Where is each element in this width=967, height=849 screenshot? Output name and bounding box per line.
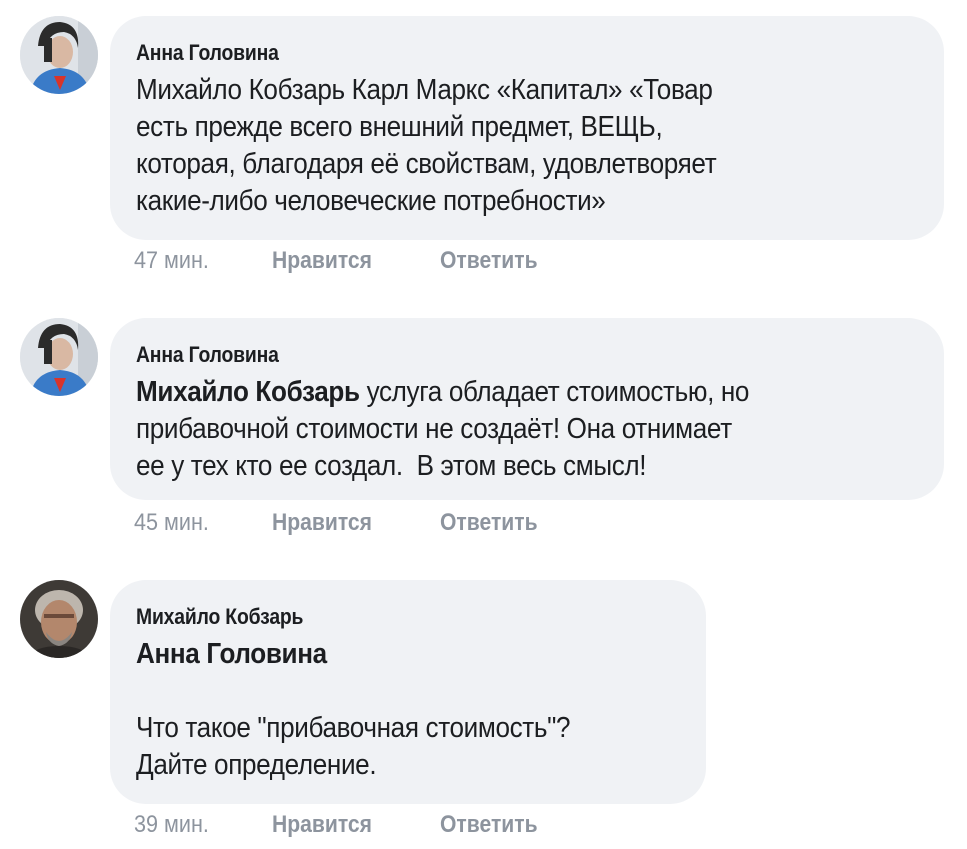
timestamp[interactable]: 39 мин.: [134, 810, 258, 840]
comment-meta: 39 мин. Нравится Ответить: [134, 810, 551, 840]
comment-bubble: Михайло Кобзарь Анна Головина Что такое …: [110, 580, 706, 804]
mention-link[interactable]: Анна Головина: [136, 638, 327, 670]
comment-line: Михайло Кобзарь Карл Маркс «Капитал» «То…: [136, 74, 713, 106]
comment-line-text: услуга обладает стоимостью, но: [359, 376, 750, 408]
comment-bubble: Анна Головина Михайло Кобзарь Карл Маркс…: [110, 16, 944, 240]
comment-line: Михайло Кобзарь услуга обладает стоимост…: [136, 374, 840, 411]
author-name[interactable]: Михайло Кобзарь: [136, 602, 615, 632]
comment-meta: 45 мин. Нравится Ответить: [134, 508, 551, 538]
comment-text: Михайло Кобзарь услуга обладает стоимост…: [136, 374, 840, 485]
mention-link[interactable]: Михайло Кобзарь: [136, 376, 360, 408]
comment-line: ее у тех кто ее создал. В этом весь смыс…: [136, 450, 647, 482]
avatar-image: [20, 580, 98, 658]
comment-line: прибавочной стоимости не создаёт! Она от…: [136, 413, 732, 445]
reply-button[interactable]: Ответить: [440, 246, 538, 276]
timestamp[interactable]: 45 мин.: [134, 508, 258, 538]
author-name[interactable]: Анна Головина: [136, 38, 824, 68]
comment-line: которая, благодаря её свойствам, удовлет…: [136, 148, 717, 180]
avatar-image: [20, 16, 98, 94]
like-button[interactable]: Нравится: [272, 508, 420, 538]
comment-text: Анна Головина Что такое "прибавочная сто…: [136, 636, 626, 784]
avatar[interactable]: [20, 318, 98, 396]
like-button[interactable]: Нравится: [272, 810, 420, 840]
comment-line: есть прежде всего внешний предмет, ВЕЩЬ,: [136, 111, 663, 143]
timestamp[interactable]: 47 мин.: [134, 246, 258, 276]
reply-button[interactable]: Ответить: [440, 810, 538, 840]
comment-line: Дайте определение.: [136, 749, 377, 781]
like-button[interactable]: Нравится: [272, 246, 420, 276]
avatar-image: [20, 318, 98, 396]
reply-button[interactable]: Ответить: [440, 508, 538, 538]
comment-line: какие-либо человеческие потребности»: [136, 185, 606, 217]
comment-text: Михайло Кобзарь Карл Маркс «Капитал» «То…: [136, 72, 840, 220]
avatar[interactable]: [20, 16, 98, 94]
comment-meta: 47 мин. Нравится Ответить: [134, 246, 551, 276]
comment-line: Что такое "прибавочная стоимость"?: [136, 712, 571, 744]
avatar[interactable]: [20, 580, 98, 658]
comment-line: Анна Головина: [136, 636, 626, 673]
comment-bubble: Анна Головина Михайло Кобзарь услуга обл…: [110, 318, 944, 500]
author-name[interactable]: Анна Головина: [136, 340, 824, 370]
